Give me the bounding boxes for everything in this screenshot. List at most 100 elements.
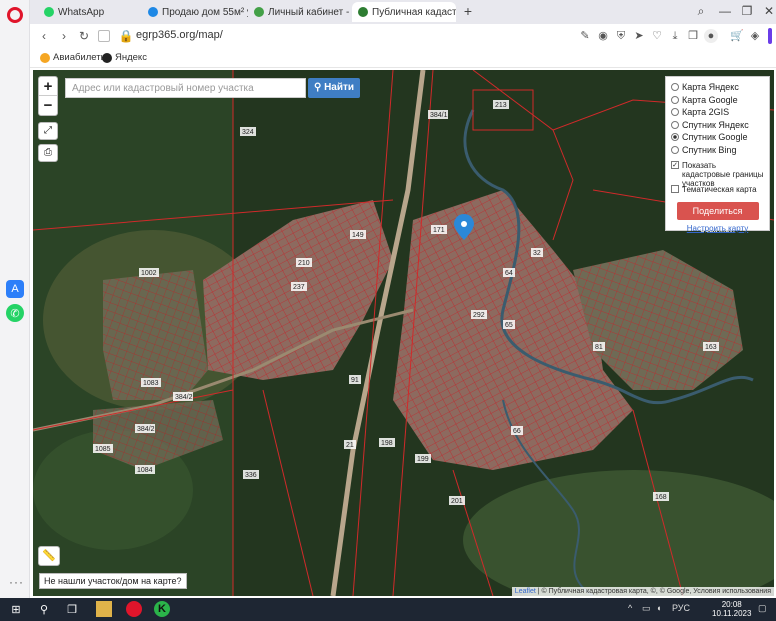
ruler-icon[interactable]: 📏	[38, 546, 60, 566]
cabinet-fav-icon	[254, 7, 264, 17]
satellite-map[interactable]: 384/1 324 213 149 210 171 64 237 32 292 …	[33, 70, 774, 596]
layer-label: Спутник Bing	[682, 144, 737, 155]
app-store-icon[interactable]: A	[6, 280, 24, 298]
parcel-label: 384/2	[137, 426, 155, 433]
tab-cadastral-map[interactable]: Публичная кадастровая ✕	[352, 2, 456, 22]
cart-icon[interactable]: 🛒	[730, 29, 744, 43]
radio-icon[interactable]	[671, 95, 679, 104]
bookmark-yandex[interactable]: Яндекс	[102, 52, 147, 63]
radio-icon[interactable]	[671, 120, 679, 129]
windows-taskbar: ⊞ ⚲ ❐ K ^ ▭ ◖ РУС 20:08 10.11.2023 ▢	[0, 598, 776, 621]
yandex-icon	[102, 52, 112, 63]
search-input[interactable]: Адрес или кадастровый номер участка	[65, 78, 306, 98]
volume-icon[interactable]: ◖	[656, 603, 661, 613]
task-view-icon[interactable]: ❐	[64, 601, 80, 617]
profile-icon[interactable]: ●	[704, 29, 718, 43]
fullscreen-icon[interactable]: ⤢	[38, 122, 58, 140]
send-icon[interactable]: ➤	[632, 29, 646, 43]
close-window-icon[interactable]: ✕	[760, 4, 776, 18]
map-attribution: Leaflet | © Публичная кадастровая карта,…	[511, 587, 774, 596]
layer-option-yandex-satellite[interactable]: Спутник Яндекс	[671, 119, 764, 132]
not-found-button[interactable]: Не нашли участок/дом на карте?	[39, 573, 187, 589]
grid-icon[interactable]	[98, 30, 110, 42]
edit-icon[interactable]: ✎	[578, 29, 592, 43]
download-icon[interactable]: ⤓	[668, 29, 682, 43]
zoom-in-button[interactable]: +	[39, 77, 57, 96]
opera-sidebar: A ✆ ···	[0, 0, 30, 598]
parcel-label: 237	[293, 284, 305, 291]
windows-start-icon[interactable]: ⊞	[8, 601, 24, 617]
forward-icon[interactable]: ›	[56, 28, 72, 44]
parcel-label: 1085	[95, 446, 111, 453]
parcel-label: 384/2	[175, 394, 193, 401]
file-explorer-icon[interactable]	[96, 601, 112, 617]
bookmark-label: Авиабилеты	[53, 52, 108, 63]
map-viewport[interactable]: 384/1 324 213 149 210 171 64 237 32 292 …	[33, 70, 774, 596]
share-link-button[interactable]: Поделиться ссылкой	[676, 201, 759, 234]
whatsapp-icon[interactable]: ✆	[6, 304, 24, 322]
extensions-icon[interactable]: ❒	[686, 29, 700, 43]
parcel-label: 168	[655, 494, 667, 501]
minimize-icon[interactable]: —	[716, 4, 734, 18]
leaflet-link[interactable]: Leaflet	[515, 588, 536, 595]
radio-selected-icon[interactable]	[671, 133, 679, 142]
parcel-label: 1084	[137, 467, 153, 474]
shield-icon[interactable]: ⛨	[614, 29, 628, 43]
more-icon[interactable]: ···	[9, 575, 24, 589]
cadastral-fav-icon	[358, 7, 368, 17]
radio-icon[interactable]	[671, 83, 679, 92]
notifications-icon[interactable]: ▢	[758, 603, 767, 614]
k-app-icon[interactable]: K	[154, 601, 170, 617]
search-icon: ⚲	[313, 82, 325, 93]
search-button[interactable]: ⚲ Найти	[308, 78, 360, 98]
clock[interactable]: 20:08 10.11.2023	[712, 600, 751, 618]
language-indicator[interactable]: РУС	[672, 603, 690, 613]
checkbox-icon[interactable]	[671, 185, 679, 194]
reload-icon[interactable]: ↻	[76, 28, 92, 44]
bookmarks-bar: Авиабилеты Яндекс	[30, 48, 776, 68]
thematic-map-option[interactable]: Тематическая карта	[671, 183, 764, 196]
checkbox-checked-icon[interactable]: ✓	[671, 161, 679, 169]
layer-label: Спутник Яндекс	[682, 119, 749, 130]
parcel-label: 336	[245, 472, 257, 479]
layer-label: Спутник Google	[682, 132, 748, 143]
show-borders-option[interactable]: ✓ Показать кадастровые границы участков	[671, 161, 764, 188]
tab-bar: WhatsApp Продаю дом 55м² ул. Ме Личный к…	[30, 0, 776, 24]
layer-label: Карта Яндекс	[682, 82, 739, 93]
layer-option-yandex-map[interactable]: Карта Яндекс	[671, 81, 764, 94]
back-icon[interactable]: ‹	[36, 28, 52, 44]
new-tab-button[interactable]: +	[460, 4, 476, 20]
network-icon[interactable]: ▭	[642, 603, 651, 614]
layer-option-google-satellite[interactable]: Спутник Google	[671, 131, 764, 144]
clock-time: 20:08	[721, 600, 742, 609]
search-button-label: Найти	[324, 82, 355, 93]
camera-icon[interactable]: ◉	[596, 29, 610, 43]
layer-option-2gis-map[interactable]: Карта 2GIS	[671, 106, 764, 119]
layer-option-google-map[interactable]: Карта Google	[671, 94, 764, 107]
parcel-label: 171	[433, 227, 445, 234]
zoom-out-button[interactable]: −	[39, 96, 57, 115]
opera-logo-icon[interactable]	[7, 7, 23, 23]
tab-cabinet[interactable]: Личный кабинет - Мои с	[248, 2, 352, 22]
radio-icon[interactable]	[671, 108, 679, 117]
tray-arrow-icon[interactable]: ^	[628, 603, 632, 613]
layer-option-bing-satellite[interactable]: Спутник Bing	[671, 144, 764, 157]
cube-icon[interactable]: ◈	[748, 29, 762, 43]
opera-taskbar-icon[interactable]	[126, 601, 142, 617]
sidebar-toggle-icon[interactable]	[768, 28, 772, 44]
parcel-label: 65	[505, 322, 513, 329]
search-icon[interactable]: ⚲	[36, 601, 52, 617]
parcel-label: 1002	[141, 270, 157, 277]
bookmark-aviabilety[interactable]: Авиабилеты	[40, 52, 107, 63]
parcel-label: 292	[473, 312, 485, 319]
radio-icon[interactable]	[671, 145, 679, 154]
search-tabs-icon[interactable]: ⌕	[692, 4, 710, 19]
print-icon[interactable]: ⎙	[38, 144, 58, 162]
heart-icon[interactable]: ♡	[650, 29, 664, 43]
configure-map-link[interactable]: Настроить карту	[671, 224, 764, 233]
tab-whatsapp[interactable]: WhatsApp	[38, 2, 142, 22]
maximize-icon[interactable]: ❐	[738, 4, 756, 18]
url-field[interactable]: egrp365.org/map/	[136, 29, 223, 41]
tab-house-listing[interactable]: Продаю дом 55м² ул. Ме	[142, 2, 248, 22]
bookmark-label: Яндекс	[115, 52, 147, 63]
